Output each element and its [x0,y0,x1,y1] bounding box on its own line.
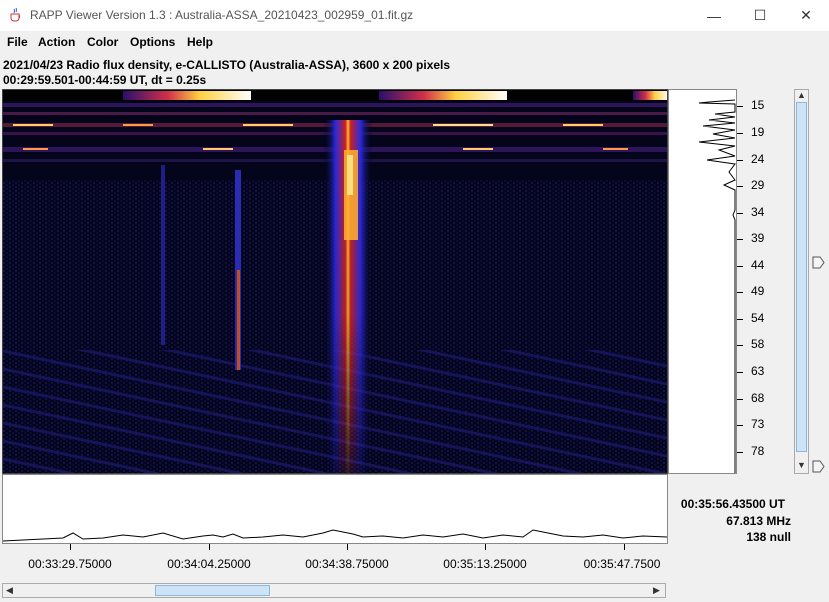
y-tick-label: 39 [751,231,765,245]
y-tick [737,133,743,134]
y-tick-label: 44 [751,258,765,272]
minimize-icon: — [707,7,721,24]
vertical-scroll-thumb[interactable] [796,102,807,452]
java-coffee-cup-icon [10,7,21,22]
scroll-down-icon[interactable]: ▼ [797,460,806,470]
x-tick [624,544,625,550]
y-tick [737,372,743,373]
scroll-right-icon[interactable]: ▶ [653,585,660,596]
frequency-profile-plot [698,99,736,473]
y-tick [737,452,743,453]
scroll-up-icon[interactable]: ▲ [797,90,806,100]
x-tick-label: 00:33:29.75000 [28,557,112,571]
spectrogram-canvas [3,90,667,473]
x-tick [209,544,210,550]
time-axis: 00:33:29.75000 00:34:04.25000 00:34:38.7… [2,544,668,580]
y-tick [737,160,743,161]
y-tick-label: 58 [751,337,765,351]
y-tick-label: 34 [751,205,765,219]
y-tick-label: 68 [751,391,765,405]
scroll-left-icon[interactable]: ◀ [6,585,13,596]
y-tick [737,292,743,293]
frequency-profile [668,89,737,474]
menu-options[interactable]: Options [130,35,175,49]
close-icon: ✕ [800,7,812,23]
y-tick [737,186,743,187]
menu-bar: File Action Color Options Help [0,31,829,52]
observation-info: 2021/04/23 Radio flux density, e-CALLIST… [3,58,451,72]
level-slider-handle-top[interactable] [812,256,825,269]
y-tick-label: 78 [751,444,765,458]
x-tick-label: 00:35:13.25000 [443,557,527,571]
y-tick-label: 29 [751,178,765,192]
y-tick [737,399,743,400]
spectrogram[interactable] [2,89,668,474]
maximize-icon: ☐ [753,7,767,23]
horizontal-scroll-thumb[interactable] [155,585,270,596]
y-tick-label: 24 [751,152,765,166]
cursor-time-readout: 00:35:56.43500 UT [680,497,785,511]
x-tick-label: 00:34:04.25000 [167,557,251,571]
time-range-info: 00:29:59.501-00:44:59 UT, dt = 0.25s [3,73,207,87]
y-tick [737,425,743,426]
y-tick-label: 63 [751,364,765,378]
menu-file[interactable]: File [7,35,28,49]
light-curve [2,474,668,544]
cursor-frequency-readout: 67.813 MHz [726,514,791,528]
x-tick [70,544,71,550]
y-tick [737,345,743,346]
menu-action[interactable]: Action [38,35,75,49]
menu-help[interactable]: Help [187,35,213,49]
vertical-scrollbar[interactable]: ▲ ▼ [794,89,809,474]
horizontal-scrollbar[interactable]: ◀ ▶ [2,583,666,598]
cursor-value-readout: 138 null [746,530,791,544]
title-bar: RAPP Viewer Version 1.3 : Australia-ASSA… [0,0,829,31]
window-title: RAPP Viewer Version 1.3 : Australia-ASSA… [30,8,414,22]
minimize-button[interactable]: — [691,0,737,31]
y-tick [737,213,743,214]
y-tick-label: 15 [751,98,765,112]
y-tick-label: 49 [751,284,765,298]
frequency-axis: 15 19 24 29 34 39 44 49 54 58 63 68 73 7… [737,89,789,474]
x-tick-label: 00:34:38.75000 [305,557,389,571]
y-tick [737,239,743,240]
y-tick-label: 54 [751,311,765,325]
menu-color[interactable]: Color [87,35,118,49]
y-tick-label: 73 [751,417,765,431]
x-tick [485,544,486,550]
level-slider-handle-bottom[interactable] [812,460,825,473]
y-tick [737,266,743,267]
x-tick [347,544,348,550]
x-tick-label: 00:35:47.7500 [583,557,661,571]
close-button[interactable]: ✕ [783,0,829,31]
y-tick-label: 19 [751,125,765,139]
maximize-button[interactable]: ☐ [737,0,783,31]
light-curve-plot [2,529,668,542]
y-tick [737,106,743,107]
y-tick [737,319,743,320]
